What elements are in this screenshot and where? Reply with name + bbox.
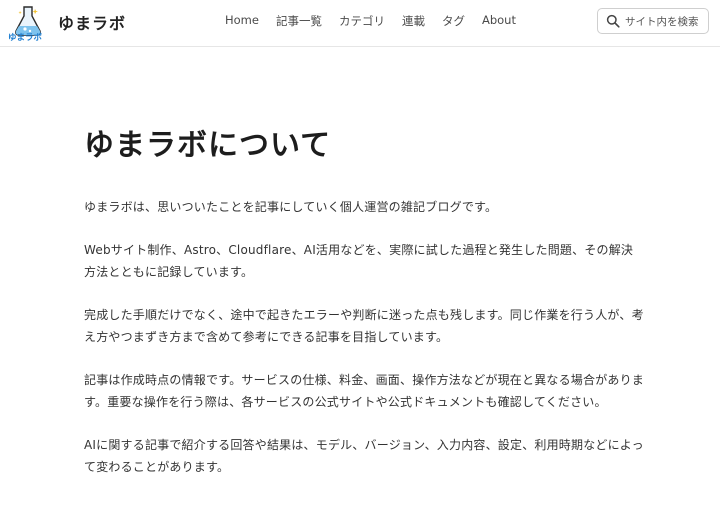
paragraph-topics: Webサイト制作、Astro、Cloudflare、AI活用などを、実際に試した… xyxy=(84,243,634,279)
search-input[interactable]: サイト内を検索 xyxy=(625,14,699,29)
nav-home[interactable]: Home xyxy=(225,13,259,29)
paragraph-intro: ゆまラボは、思いついたことを記事にしていく個人運営の雑記ブログです。 xyxy=(84,200,498,214)
main-content: ゆまラボについて ゆまラボは、思いついたことを記事にしていく個人運営の雑記ブログ… xyxy=(84,125,644,499)
nav-tags[interactable]: タグ xyxy=(442,13,465,29)
site-header: ゆまラボ ゆまラボ Home 記事一覧 カテゴリ 連載 タグ About サイト… xyxy=(0,0,720,47)
logo-text: ゆまラボ xyxy=(8,33,43,43)
nav-articles[interactable]: 記事一覧 xyxy=(276,13,322,29)
nav-categories[interactable]: カテゴリ xyxy=(339,13,385,29)
page-title: ゆまラボについて xyxy=(84,128,332,163)
paragraph-ai-note: AIに関する記事で紹介する回答や結果は、モデル、バージョン、入力内容、設定、利用… xyxy=(84,438,644,474)
nav-series[interactable]: 連載 xyxy=(402,13,425,29)
nav-about[interactable]: About xyxy=(482,13,516,29)
paragraph-disclaimer: 記事は作成時点の情報です。サービスの仕様、料金、画面、操作方法などが現在と異なる… xyxy=(84,373,645,409)
site-title[interactable]: ゆまラボ xyxy=(58,10,126,34)
site-logo[interactable]: ゆまラボ xyxy=(8,3,46,43)
search-icon xyxy=(606,14,620,28)
main-nav: Home 記事一覧 カテゴリ 連載 タグ About xyxy=(225,13,533,29)
about-body: ゆまラボは、思いついたことを記事にしていく個人運営の雑記ブログです。 Webサイ… xyxy=(84,196,644,478)
search-box[interactable]: サイト内を検索 xyxy=(597,8,709,34)
paragraph-approach: 完成した手順だけでなく、途中で起きたエラーや判断に迷った点も残します。同じ作業を… xyxy=(84,308,644,344)
